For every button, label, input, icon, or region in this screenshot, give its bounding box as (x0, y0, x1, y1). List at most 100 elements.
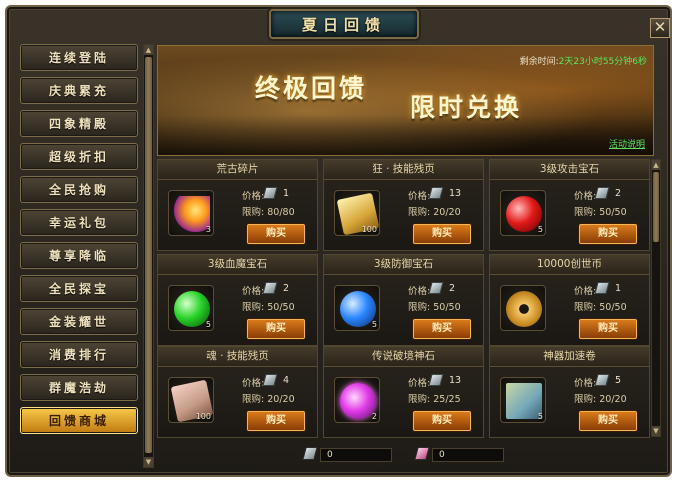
buy-button[interactable]: 购买 (579, 319, 637, 339)
item-limit: 限购: 50/50 (574, 302, 627, 313)
item-limit: 限购: 50/50 (242, 302, 295, 313)
shop-item-card: 10000创世币 价格: 1 限购: 50/50 购买 (489, 254, 650, 346)
window-title: 夏日回馈 (301, 15, 386, 34)
shop-item-card: 3级血魔宝石 5 价格: 2 限购: 50/50 购买 (157, 254, 318, 346)
sidebar-item-vip-arrival[interactable]: 尊享降临 (20, 242, 138, 269)
sidebar-scroll-thumb[interactable] (145, 57, 152, 453)
item-qty: 3 (205, 225, 211, 234)
item-name: 传说破境神石 (324, 347, 483, 367)
event-rules-link[interactable]: 活动说明 (609, 137, 645, 150)
shop-scroll-thumb[interactable] (653, 172, 659, 242)
item-price: 2 (449, 283, 456, 294)
sidebar-item-golden-gear[interactable]: 金装耀世 (20, 308, 138, 335)
buy-button[interactable]: 购买 (413, 224, 471, 244)
silver-ticket-icon (262, 282, 278, 294)
sidebar-item-flash-sale[interactable]: 全民抢购 (20, 176, 138, 203)
map-scroll-icon (506, 383, 542, 419)
item-name: 狂 · 技能残页 (324, 160, 483, 180)
buy-button[interactable]: 购买 (247, 411, 305, 431)
sidebar-item-reward-shop[interactable]: 回馈商城 (20, 407, 138, 434)
shop-item-card: 狂 · 技能残页 100 价格: 13 限购: 20/20 购买 (323, 159, 484, 251)
item-qty: 5 (537, 412, 543, 421)
item-slot[interactable]: 5 (168, 285, 214, 331)
buy-button[interactable]: 购买 (247, 319, 305, 339)
item-slot[interactable] (500, 285, 546, 331)
scroll-up-arrow-icon[interactable]: ▲ (652, 160, 660, 170)
silver-ticket-icon (594, 187, 610, 199)
silver-ticket-icon (428, 187, 444, 199)
item-slot[interactable]: 3 (168, 190, 214, 236)
pink-ticket-icon (414, 447, 430, 460)
scroll-up-arrow-icon[interactable]: ▲ (144, 45, 153, 55)
shop-item-card: 神器加速卷 5 价格: 5 限购: 20/20 购买 (489, 346, 650, 438)
item-name: 3级攻击宝石 (490, 160, 649, 180)
shop-grid: 荒古碎片 3 价格: 1 限购: 80/80 购买 狂 · 技能残页 100 价… (157, 159, 650, 439)
banner-headline-1: 终极回馈 (255, 74, 368, 103)
window-title-plate: 夏日回馈 (269, 9, 419, 39)
price-label: 价格: (574, 286, 597, 297)
blue-gem-icon (340, 291, 376, 327)
shop-item-card: 魂 · 技能残页 100 价格: 4 限购: 20/20 购买 (157, 346, 318, 438)
silver-ticket-icon (302, 447, 318, 460)
item-qty: 100 (361, 225, 377, 234)
close-button[interactable]: ✕ (650, 18, 670, 38)
item-name: 3级血魔宝石 (158, 255, 317, 275)
price-label: 价格: (408, 286, 431, 297)
coins-icon (506, 291, 542, 327)
item-name: 荒古碎片 (158, 160, 317, 180)
shop-item-card: 荒古碎片 3 价格: 1 限购: 80/80 购买 (157, 159, 318, 251)
item-slot[interactable]: 5 (334, 285, 380, 331)
item-slot[interactable]: 100 (334, 190, 380, 236)
silver-ticket-balance: 0 (320, 448, 392, 462)
shop-item-card: 3级攻击宝石 5 价格: 2 限购: 50/50 购买 (489, 159, 650, 251)
item-qty: 5 (371, 320, 377, 329)
item-price: 1 (283, 188, 290, 199)
price-label: 价格: (408, 191, 431, 202)
item-name: 10000创世币 (490, 255, 649, 275)
sidebar-item-four-symbols[interactable]: 四象精殿 (20, 110, 138, 137)
event-banner: 终极回馈 限时兑换 剩余时间:2天23小时55分钟6秒 活动说明 (157, 45, 654, 156)
item-price: 4 (283, 375, 290, 386)
shop-item-card: 3级防御宝石 5 价格: 2 限购: 50/50 购买 (323, 254, 484, 346)
silver-ticket-icon (594, 374, 610, 386)
item-price: 13 (449, 375, 462, 386)
buy-button[interactable]: 购买 (413, 411, 471, 431)
item-qty: 2 (371, 412, 377, 421)
sidebar-item-treasure-hunt[interactable]: 全民探宝 (20, 275, 138, 302)
item-price: 13 (449, 188, 462, 199)
item-name: 魂 · 技能残页 (158, 347, 317, 367)
item-slot[interactable]: 2 (334, 377, 380, 423)
item-price: 5 (615, 375, 622, 386)
shop-item-card: 传说破境神石 2 价格: 13 限购: 25/25 购买 (323, 346, 484, 438)
shop-scrollbar[interactable]: ▲ ▼ (651, 159, 661, 437)
sidebar-item-continuous-login[interactable]: 连续登陆 (20, 44, 138, 71)
item-slot[interactable]: 100 (168, 377, 214, 423)
fire-shard-icon (174, 196, 210, 232)
item-slot[interactable]: 5 (500, 377, 546, 423)
item-slot[interactable]: 5 (500, 190, 546, 236)
price-label: 价格: (242, 378, 265, 389)
buy-button[interactable]: 购买 (247, 224, 305, 244)
green-gem-icon (174, 291, 210, 327)
item-limit: 限购: 20/20 (408, 207, 461, 218)
sidebar-item-super-discount[interactable]: 超级折扣 (20, 143, 138, 170)
buy-button[interactable]: 购买 (579, 411, 637, 431)
sidebar-scrollbar[interactable]: ▲ ▼ (143, 44, 154, 468)
scroll-down-arrow-icon[interactable]: ▼ (144, 457, 153, 467)
sidebar-item-spending-rank[interactable]: 消费排行 (20, 341, 138, 368)
sidebar-item-lucky-pack[interactable]: 幸运礼包 (20, 209, 138, 236)
item-limit: 限购: 25/25 (408, 394, 461, 405)
scroll-down-arrow-icon[interactable]: ▼ (652, 426, 660, 436)
countdown-value: 2天23小时55分钟6秒 (558, 57, 647, 67)
item-qty: 5 (537, 225, 543, 234)
price-label: 价格: (408, 378, 431, 389)
item-limit: 限购: 80/80 (242, 207, 295, 218)
sidebar-item-celebration-recharge[interactable]: 庆典累充 (20, 77, 138, 104)
sidebar-item-demon-raid[interactable]: 群魔浩劫 (20, 374, 138, 401)
sidebar: 连续登陆 庆典累充 四象精殿 超级折扣 全民抢购 幸运礼包 尊享降临 全民探宝 … (12, 40, 142, 470)
buy-button[interactable]: 购买 (413, 319, 471, 339)
pink-ticket-balance: 0 (432, 448, 504, 462)
buy-button[interactable]: 购买 (579, 224, 637, 244)
item-limit: 限购: 50/50 (408, 302, 461, 313)
countdown-timer: 剩余时间:2天23小时55分钟6秒 (520, 54, 647, 67)
